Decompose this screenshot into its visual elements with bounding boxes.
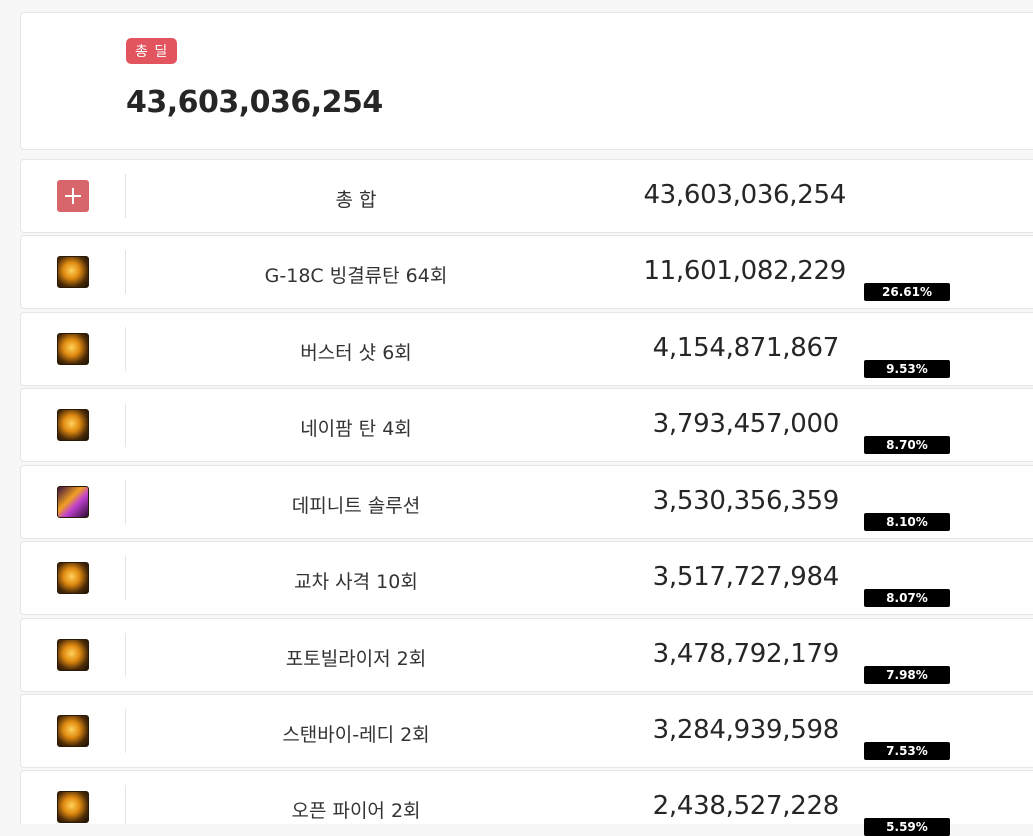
damage-row: 네이팜 탄 4회 3,793,457,000 8.70% bbox=[20, 388, 1033, 462]
skill-name: 오픈 파이어 2회 bbox=[291, 800, 421, 822]
skill-damage: 3,478,792,179 bbox=[652, 639, 840, 669]
skill-name: G-18C 빙결류탄 64회 bbox=[264, 265, 448, 287]
open-fire-icon bbox=[57, 791, 89, 823]
damage-percent-badge: 7.98% bbox=[864, 666, 950, 684]
photovilizer-icon bbox=[57, 639, 89, 671]
damage-row: G-18C 빙결류탄 64회 11,601,082,229 26.61% bbox=[20, 235, 1033, 309]
damage-percent-badge: 26.61% bbox=[864, 283, 950, 301]
total-damage-value: 43,603,036,254 bbox=[126, 85, 383, 120]
cross-fire-icon bbox=[57, 562, 89, 594]
buster-shot-icon bbox=[57, 333, 89, 365]
damage-row: 스탠바이-레디 2회 3,284,939,598 7.53% bbox=[20, 694, 1033, 768]
damage-row: 교차 사격 10회 3,517,727,984 8.07% bbox=[20, 541, 1033, 615]
napalm-icon bbox=[57, 409, 89, 441]
skill-name: 버스터 샷 6회 bbox=[300, 342, 412, 364]
skill-name: 네이팜 탄 4회 bbox=[300, 418, 412, 440]
skill-name: 데피니트 솔루션 bbox=[291, 495, 421, 517]
damage-row: 포토빌라이저 2회 3,478,792,179 7.98% bbox=[20, 618, 1033, 692]
damage-percent-badge: 8.10% bbox=[864, 513, 950, 531]
damage-percent-badge: 7.53% bbox=[864, 742, 950, 760]
skill-name: 교차 사격 10회 bbox=[294, 571, 418, 593]
skill-damage: 3,517,727,984 bbox=[652, 562, 840, 592]
definite-solution-icon bbox=[57, 486, 89, 518]
skill-name: 스탠바이-레디 2회 bbox=[282, 724, 430, 746]
damage-row: 데피니트 솔루션 3,530,356,359 8.10% bbox=[20, 465, 1033, 539]
skill-damage: 3,284,939,598 bbox=[652, 715, 840, 745]
damage-percent-badge: 8.70% bbox=[864, 436, 950, 454]
skill-damage: 43,603,036,254 bbox=[643, 180, 846, 210]
damage-row: 오픈 파이어 2회 2,438,527,228 5.59% bbox=[20, 770, 1033, 836]
damage-row-total: 총 합 43,603,036,254 bbox=[20, 159, 1033, 233]
grenade-icon bbox=[57, 256, 89, 288]
skill-damage: 4,154,871,867 bbox=[652, 333, 840, 363]
plus-icon[interactable] bbox=[57, 180, 89, 212]
skill-name: 총 합 bbox=[335, 189, 377, 211]
skill-damage: 2,438,527,228 bbox=[652, 791, 840, 821]
skill-damage: 11,601,082,229 bbox=[643, 256, 846, 286]
damage-percent-badge: 9.53% bbox=[864, 360, 950, 378]
damage-percent-badge: 5.59% bbox=[864, 818, 950, 836]
damage-row: 버스터 샷 6회 4,154,871,867 9.53% bbox=[20, 312, 1033, 386]
skill-damage: 3,793,457,000 bbox=[652, 409, 840, 439]
total-damage-badge: 총 딜 bbox=[126, 38, 178, 64]
skill-name: 포토빌라이저 2회 bbox=[285, 648, 427, 670]
total-damage-summary: 총 딜 43,603,036,254 bbox=[20, 12, 1033, 150]
standby-ready-icon bbox=[57, 715, 89, 747]
skill-damage: 3,530,356,359 bbox=[652, 486, 840, 516]
damage-percent-badge: 8.07% bbox=[864, 589, 950, 607]
